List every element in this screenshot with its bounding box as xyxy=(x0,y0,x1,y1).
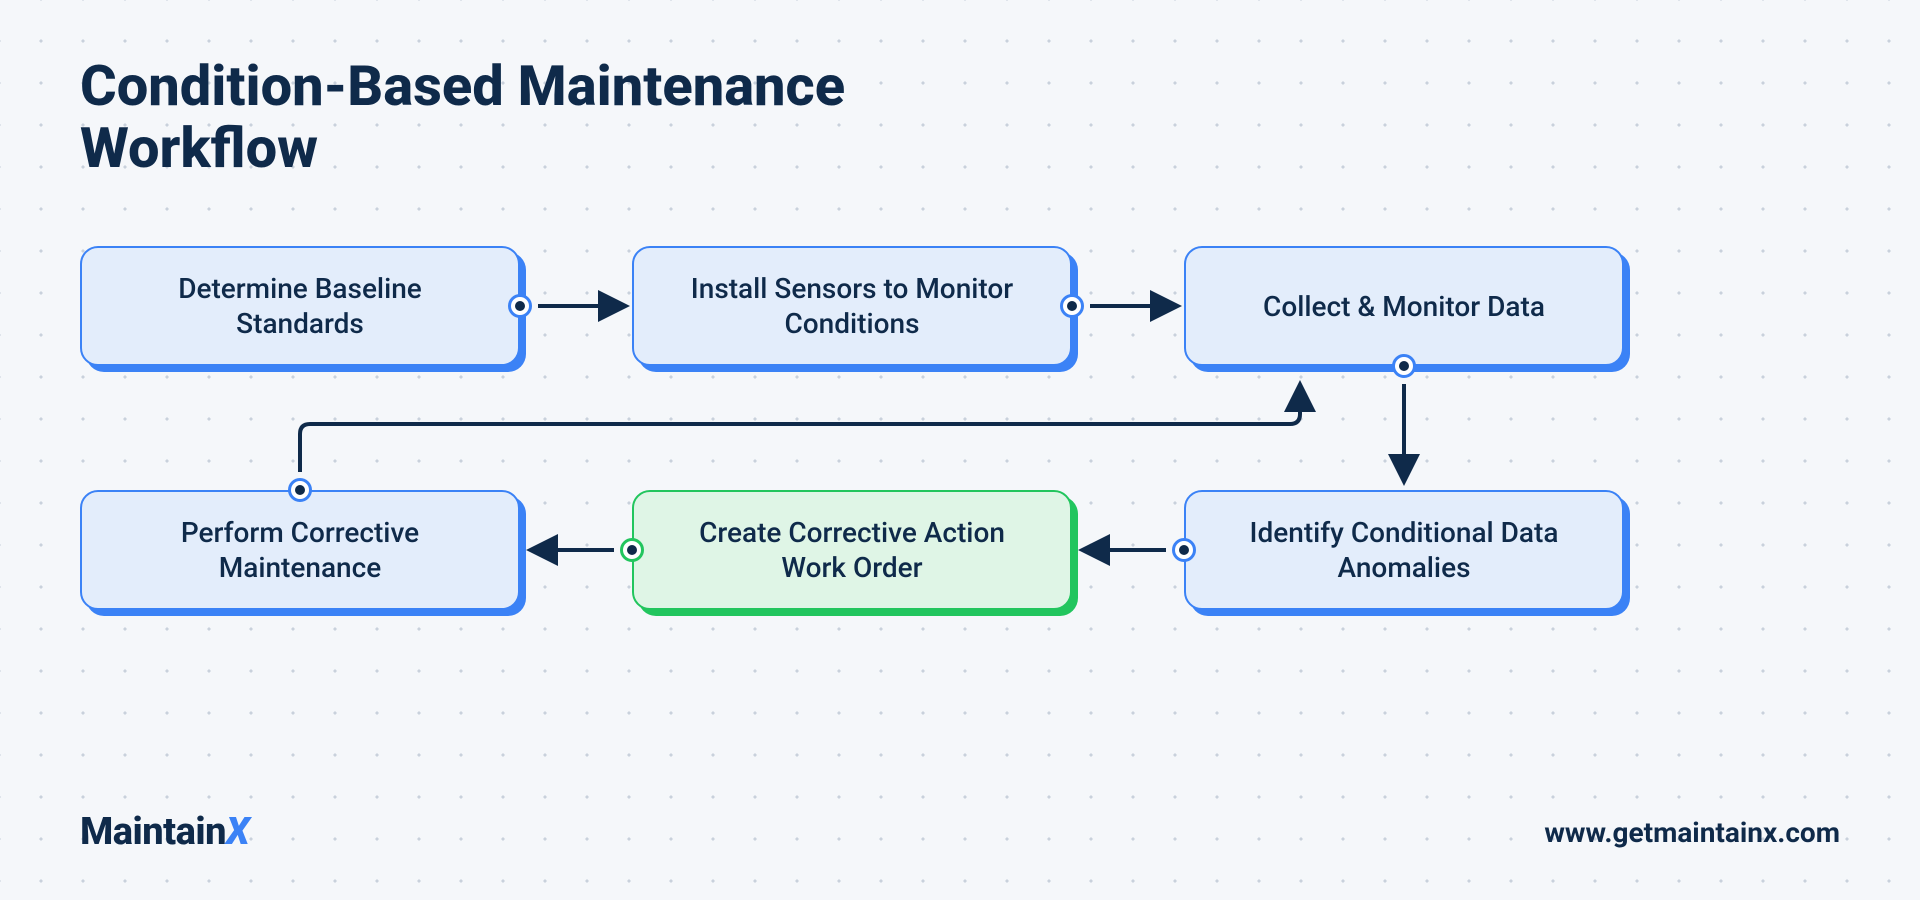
logo-text: Maintain xyxy=(80,810,226,854)
logo-maintainx: MaintainX xyxy=(80,810,249,854)
box-label: Create Corrective Action Work Order xyxy=(666,515,1038,585)
box-label: Install Sensors to Monitor Conditions xyxy=(666,271,1038,341)
connector-dot xyxy=(1060,294,1084,318)
box-create-work-order: Create Corrective Action Work Order xyxy=(632,490,1072,610)
box-label: Collect & Monitor Data xyxy=(1263,289,1545,324)
diagram-title: Condition-Based Maintenance Workflow xyxy=(80,56,1080,179)
logo-x-icon: X xyxy=(226,810,249,854)
box-identify-anomalies: Identify Conditional Data Anomalies xyxy=(1184,490,1624,610)
connector-dot xyxy=(508,294,532,318)
website-url: www.getmaintainx.com xyxy=(1544,816,1840,849)
connector-dot xyxy=(1172,538,1196,562)
connector-dot xyxy=(288,478,312,502)
box-label: Identify Conditional Data Anomalies xyxy=(1218,515,1590,585)
connector-dot xyxy=(1392,354,1416,378)
box-install-sensors: Install Sensors to Monitor Conditions xyxy=(632,246,1072,366)
footer: MaintainX www.getmaintainx.com xyxy=(80,810,1840,854)
box-baseline-standards: Determine Baseline Standards xyxy=(80,246,520,366)
connector-dot xyxy=(620,538,644,562)
box-label: Perform Corrective Maintenance xyxy=(114,515,486,585)
box-label: Determine Baseline Standards xyxy=(114,271,486,341)
box-perform-maintenance: Perform Corrective Maintenance xyxy=(80,490,520,610)
box-collect-monitor: Collect & Monitor Data xyxy=(1184,246,1624,366)
